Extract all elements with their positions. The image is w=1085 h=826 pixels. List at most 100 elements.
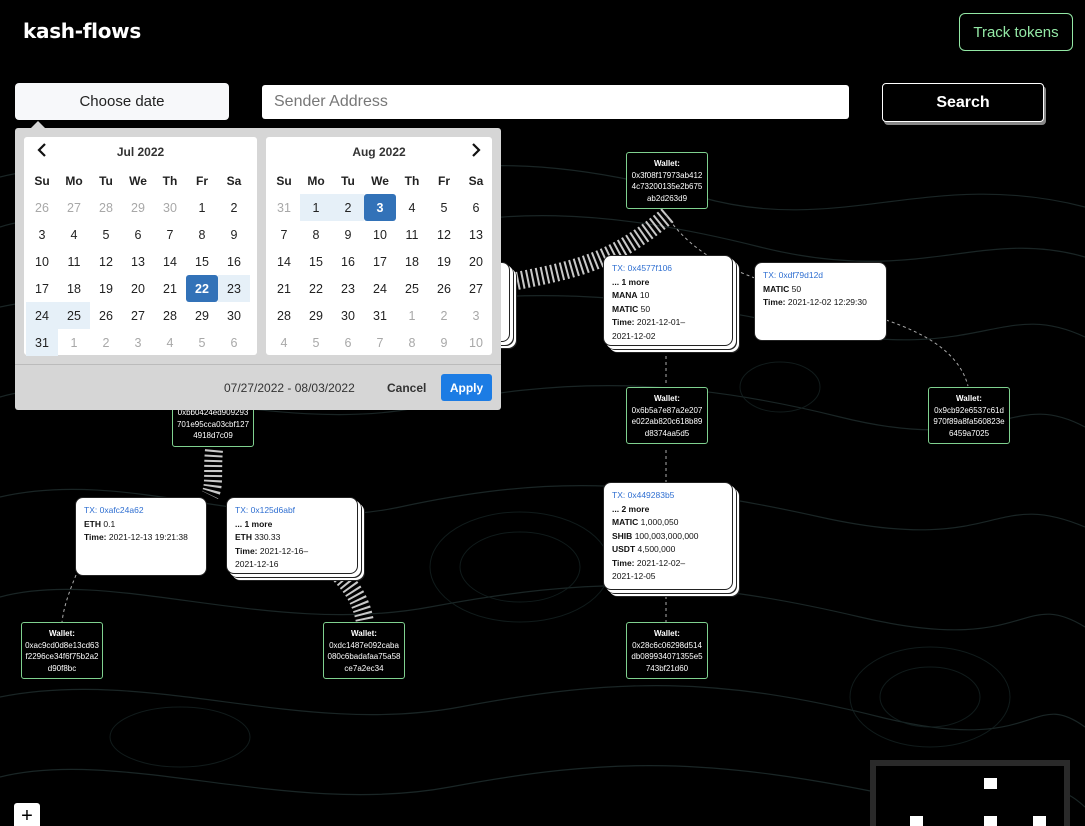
calendar-day[interactable]: 5 [186,329,218,356]
wallet-node[interactable]: Wallet: 0x6b5a7e87a2e207e022ab820c618b89… [626,387,708,444]
calendar-day[interactable]: 16 [332,248,364,275]
calendar-day[interactable]: 13 [122,248,154,275]
calendar-day[interactable]: 18 [58,275,90,302]
calendar-day[interactable]: 4 [58,221,90,248]
tx-id[interactable]: 0xdf79d12d [779,270,823,280]
calendar-day[interactable]: 26 [26,194,58,221]
calendar-day[interactable]: 17 [364,248,396,275]
calendar-day[interactable]: 12 [428,221,460,248]
tx-id[interactable]: 0xafc24a62 [100,505,144,515]
sender-address-input[interactable] [262,85,849,119]
calendar-day[interactable]: 30 [332,302,364,329]
calendar-day[interactable]: 8 [396,329,428,356]
calendar-day[interactable]: 1 [396,302,428,329]
calendar-day[interactable]: 3 [26,221,58,248]
calendar-day[interactable]: 30 [218,302,250,329]
calendar-day[interactable]: 1 [186,194,218,221]
calendar-day[interactable]: 23 [218,275,250,302]
calendar-day[interactable]: 14 [154,248,186,275]
zoom-in-button[interactable]: + [14,803,40,826]
calendar-day[interactable]: 13 [460,221,492,248]
calendar-day[interactable]: 30 [154,194,186,221]
calendar-day[interactable]: 5 [90,221,122,248]
calendar-day[interactable]: 14 [268,248,300,275]
calendar-day[interactable]: 27 [460,275,492,302]
cancel-button[interactable]: Cancel [387,381,426,395]
calendar-day[interactable]: 22 [186,275,218,302]
choose-date-button[interactable]: Choose date [15,83,229,120]
calendar-day[interactable]: 23 [332,275,364,302]
calendar-day[interactable]: 28 [268,302,300,329]
calendar-day[interactable]: 21 [268,275,300,302]
tx-card[interactable]: TX: 0xdf79d12d MATIC 50 Time: 2021-12-02… [754,262,887,341]
search-button[interactable]: Search [882,83,1044,122]
calendar-day[interactable]: 29 [122,194,154,221]
tx-card[interactable]: TX: 0xafc24a62 ETH 0.1 Time: 2021-12-13 … [75,497,207,576]
calendar-day[interactable]: 20 [460,248,492,275]
calendar-day[interactable]: 8 [300,221,332,248]
calendar-day[interactable]: 10 [364,221,396,248]
calendar-day[interactable]: 3 [460,302,492,329]
calendar-day[interactable]: 3 [122,329,154,356]
calendar-day[interactable]: 4 [268,329,300,356]
calendar-day[interactable]: 19 [428,248,460,275]
calendar-day[interactable]: 27 [122,302,154,329]
calendar-day[interactable]: 7 [154,221,186,248]
tx-card[interactable]: TX: 0x4577f106 ... 1 more MANA 10 MATIC … [603,255,733,346]
calendar-day[interactable]: 24 [364,275,396,302]
calendar-day[interactable]: 28 [154,302,186,329]
calendar-day[interactable]: 20 [122,275,154,302]
calendar-day[interactable]: 15 [300,248,332,275]
tx-card[interactable]: TX: 0x449283b5 ... 2 more MATIC 1,000,05… [603,482,733,590]
calendar-day[interactable]: 29 [300,302,332,329]
calendar-day[interactable]: 1 [58,329,90,356]
calendar-day[interactable]: 3 [364,194,396,221]
wallet-node[interactable]: Wallet: 0xdc1487e092caba080c6badafaa75a5… [323,622,405,679]
calendar-day[interactable]: 26 [90,302,122,329]
calendar-day[interactable]: 6 [332,329,364,356]
calendar-day[interactable]: 6 [460,194,492,221]
calendar-day[interactable]: 10 [26,248,58,275]
calendar-day[interactable]: 19 [90,275,122,302]
calendar-day[interactable]: 1 [300,194,332,221]
calendar-day[interactable]: 22 [300,275,332,302]
calendar-day[interactable]: 8 [186,221,218,248]
calendar-day[interactable]: 9 [218,221,250,248]
calendar-day[interactable]: 29 [186,302,218,329]
calendar-day[interactable]: 9 [428,329,460,356]
calendar-day[interactable]: 4 [396,194,428,221]
calendar-day[interactable]: 27 [58,194,90,221]
calendar-day[interactable]: 7 [268,221,300,248]
calendar-day[interactable]: 11 [58,248,90,275]
calendar-day[interactable]: 2 [332,194,364,221]
calendar-day[interactable]: 18 [396,248,428,275]
calendar-day[interactable]: 2 [218,194,250,221]
wallet-node[interactable]: Wallet: 0x28c6c06298d514db089934071355e5… [626,622,708,679]
tx-card[interactable]: TX: 0x125d6abf ... 1 more ETH 330.33 Tim… [226,497,358,574]
calendar-day[interactable]: 11 [396,221,428,248]
calendar-day[interactable]: 31 [26,329,58,356]
calendar-day[interactable]: 17 [26,275,58,302]
minimap[interactable] [870,760,1070,826]
calendar-day[interactable]: 26 [428,275,460,302]
tx-id[interactable]: 0x449283b5 [628,490,675,500]
apply-button[interactable]: Apply [441,374,492,401]
calendar-day[interactable]: 16 [218,248,250,275]
calendar-day[interactable]: 10 [460,329,492,356]
calendar-day[interactable]: 28 [90,194,122,221]
calendar-day[interactable]: 2 [90,329,122,356]
calendar-day[interactable]: 15 [186,248,218,275]
calendar-day[interactable]: 5 [300,329,332,356]
wallet-node[interactable]: Wallet: 0x9cb92e6537c61d970f89a8fa560823… [928,387,1010,444]
tx-id[interactable]: 0x4577f106 [628,263,672,273]
calendar-day[interactable]: 7 [364,329,396,356]
calendar-day[interactable]: 31 [364,302,396,329]
calendar-day[interactable]: 9 [332,221,364,248]
calendar-day[interactable]: 24 [26,302,58,329]
calendar-day[interactable]: 6 [122,221,154,248]
calendar-day[interactable]: 21 [154,275,186,302]
wallet-node[interactable]: Wallet: 0x3f08f17973ab4124c73200135e2b67… [626,152,708,209]
calendar-day[interactable]: 4 [154,329,186,356]
tx-id[interactable]: 0x125d6abf [251,505,295,515]
calendar-day[interactable]: 25 [396,275,428,302]
